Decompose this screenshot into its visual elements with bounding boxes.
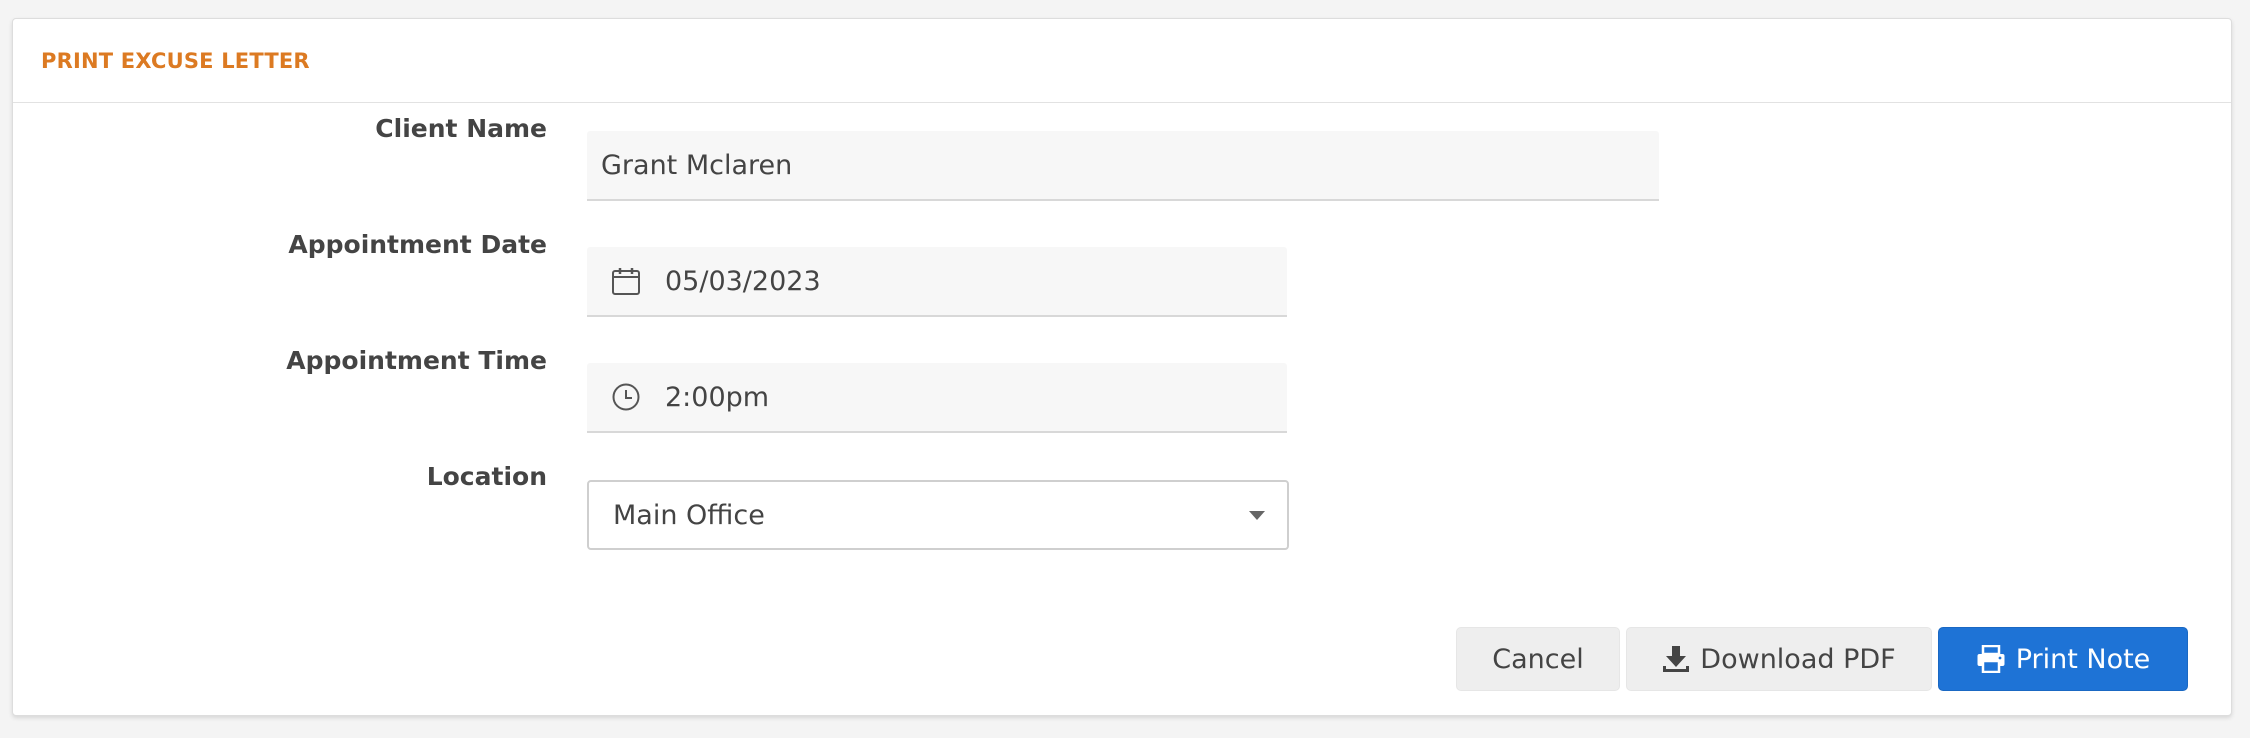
print-note-label: Print Note [2015,643,2151,675]
appointment-time-value: 2:00pm [665,381,770,413]
printer-icon [1976,645,2006,673]
page: PRINT EXCUSE LETTER Client Name Grant Mc… [0,0,2250,738]
appointment-date-value: 05/03/2023 [665,265,821,297]
location-row: Location [13,441,547,511]
location-select[interactable]: Main Office [587,480,1289,550]
client-name-field[interactable]: Grant Mclaren [587,131,1659,201]
location-value: Main Office [613,499,765,531]
appointment-time-row: Appointment Time [13,325,547,395]
client-name-value: Grant Mclaren [601,149,793,181]
card-title: PRINT EXCUSE LETTER [41,48,310,73]
excuse-letter-card: PRINT EXCUSE LETTER Client Name Grant Mc… [12,18,2232,716]
client-name-label: Client Name [375,113,547,143]
download-icon [1662,644,1690,674]
cancel-button[interactable]: Cancel [1456,627,1620,691]
appointment-date-row: Appointment Date [13,209,547,279]
download-pdf-button[interactable]: Download PDF [1626,627,1932,691]
appointment-time-label: Appointment Time [286,345,547,375]
chevron-down-icon [1249,510,1265,520]
appointment-date-label: Appointment Date [288,229,547,259]
clock-icon [587,363,665,431]
location-label: Location [426,461,547,491]
card-header: PRINT EXCUSE LETTER [13,19,2231,103]
client-name-row: Client Name [13,93,547,163]
appointment-date-field[interactable]: 05/03/2023 [587,247,1287,317]
appointment-time-field[interactable]: 2:00pm [587,363,1287,433]
download-pdf-label: Download PDF [1700,643,1896,675]
print-note-button[interactable]: Print Note [1938,627,2188,691]
calendar-icon [587,247,665,315]
cancel-button-label: Cancel [1492,643,1584,675]
